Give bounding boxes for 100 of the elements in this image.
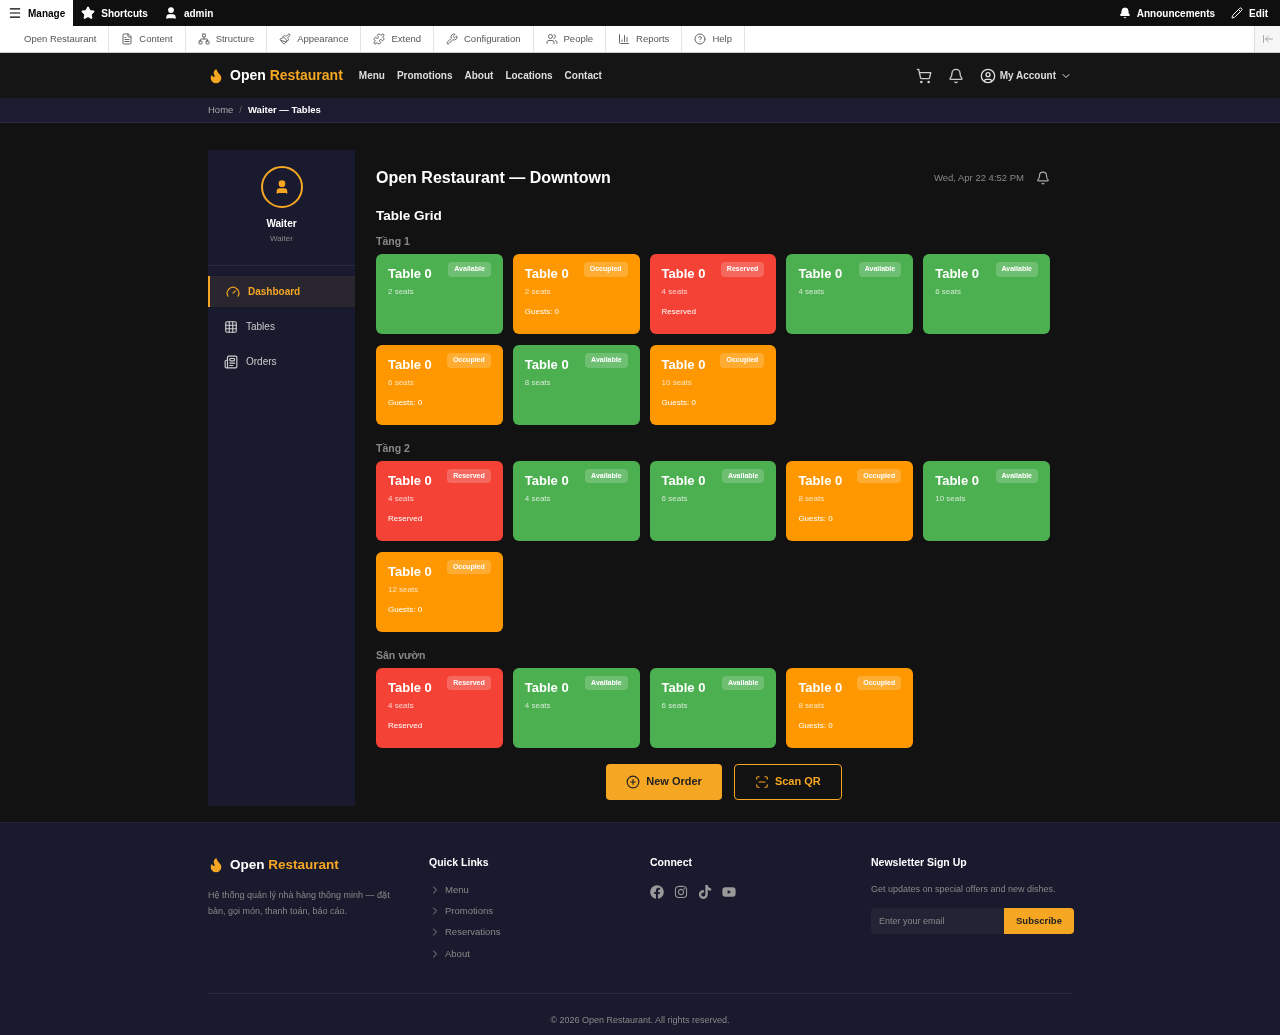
date-time: Wed, Apr 22 4:52 PM: [933, 170, 1024, 185]
footer-link[interactable]: Reservations: [429, 925, 630, 940]
admin-menu-link[interactable]: People: [533, 26, 607, 52]
toolbar-item[interactable]: Manage: [0, 0, 74, 26]
hierarchy-icon: [197, 33, 210, 45]
nav-link[interactable]: Promotions: [396, 68, 453, 83]
wrench-icon: [446, 33, 458, 45]
seats-count: 4 seats: [524, 699, 552, 712]
admin-menu-link[interactable]: Reports: [606, 26, 683, 52]
puzzle-icon: [373, 33, 386, 45]
user-role: Waiter: [270, 233, 293, 245]
star-icon: [81, 6, 96, 20]
sidebar-item[interactable]: Orders: [208, 346, 355, 377]
table-name: Table 0: [661, 472, 706, 489]
table-note: Guests: 0: [798, 719, 834, 732]
table-name: Table 0: [661, 679, 706, 696]
toolbar-link[interactable]: Edit: [1231, 5, 1268, 21]
footer-link[interactable]: About: [429, 946, 630, 961]
footer-heading: Quick Links: [429, 855, 490, 870]
floor-label: Tầng 2: [376, 441, 411, 456]
facebook-icon[interactable]: [650, 884, 664, 899]
toolbar-item[interactable]: Shortcuts: [73, 0, 156, 26]
bell-icon[interactable]: [1036, 171, 1050, 185]
breadcrumb-separator: /: [239, 102, 242, 117]
seats-count: 4 seats: [524, 492, 552, 505]
bell-icon[interactable]: [947, 67, 964, 84]
seats-count: 4 seats: [388, 699, 415, 712]
scan-icon: [754, 774, 769, 789]
table-note: Reserved: [388, 512, 424, 525]
brand-name[interactable]: Open Restaurant: [230, 855, 339, 876]
brand-name[interactable]: Open Restaurant: [230, 65, 343, 86]
youtube-icon[interactable]: [722, 884, 736, 899]
table-name: Table 0: [524, 266, 569, 282]
table-name: Table 0: [798, 266, 843, 282]
table-name: Table 0: [798, 679, 843, 696]
table-note: Reserved: [388, 719, 424, 732]
nav-link[interactable]: Locations: [505, 68, 553, 83]
seats-count: 6 seats: [935, 286, 962, 298]
admin-menu-link[interactable]: Appearance: [267, 26, 362, 52]
table-name: Table 0: [388, 266, 432, 282]
user-icon: [163, 6, 178, 20]
sidebar-item[interactable]: Tables: [208, 311, 355, 342]
table-name: Table 0: [935, 472, 980, 489]
footer-description: Hệ thống quản lý nhà hàng thông minh — đặt bàn, gọi món, thanh toán, báo cáo.: [208, 889, 391, 919]
bell-icon: [1118, 7, 1131, 19]
table-name: Table 0: [798, 472, 843, 489]
nav-link[interactable]: Menu: [358, 68, 385, 83]
account-menu[interactable]: My Account: [979, 67, 1072, 84]
seats-count: 6 seats: [661, 699, 689, 712]
nav-link[interactable]: About: [464, 68, 494, 83]
breadcrumb-link[interactable]: Home: [208, 102, 234, 118]
footer-link[interactable]: Menu: [429, 882, 630, 897]
footer-link[interactable]: Promotions: [429, 904, 630, 919]
seats-count: 6 seats: [661, 492, 689, 505]
table-note: Guests: 0: [388, 603, 424, 616]
document-icon: [121, 33, 134, 45]
admin-menu-link[interactable]: Content: [109, 26, 186, 52]
table-name: Table 0: [388, 357, 432, 373]
seats-count: 2 seats: [524, 286, 552, 298]
action-button[interactable]: Scan QR: [733, 763, 842, 800]
admin-menu-link[interactable]: Open Restaurant: [12, 26, 110, 52]
flame-icon: [208, 857, 224, 874]
cart-icon[interactable]: [915, 67, 932, 84]
table-note: Guests: 0: [524, 306, 561, 318]
seats-count: 8 seats: [524, 377, 552, 389]
toolbar-item[interactable]: admin: [155, 0, 222, 26]
pencil-icon: [1231, 7, 1244, 19]
seats-count: 12 seats: [388, 583, 420, 596]
email-field[interactable]: Enter your email: [871, 908, 1004, 935]
floor-label: Tầng 1: [376, 234, 411, 250]
table-note: Guests: 0: [798, 512, 834, 525]
seats-count: 10 seats: [935, 492, 967, 505]
table-name: Table 0: [661, 357, 706, 373]
user-name: Waiter: [266, 217, 297, 231]
admin-menu-link[interactable]: Extend: [361, 26, 434, 52]
footer-heading: Newsletter Sign Up: [871, 855, 968, 870]
seats-count: 8 seats: [798, 492, 826, 505]
bar-chart-icon: [618, 33, 631, 45]
instagram-icon[interactable]: [674, 884, 688, 899]
action-button[interactable]: New Order: [606, 763, 722, 800]
people-icon: [545, 33, 558, 45]
account-icon: [979, 67, 996, 84]
seats-count: 4 seats: [661, 286, 689, 298]
section-title: Table Grid: [376, 207, 443, 225]
brush-icon: [279, 33, 292, 45]
breadcrumb-link[interactable]: Waiter — Tables: [248, 102, 321, 118]
subscribe-button[interactable]: Subscribe: [1004, 908, 1074, 935]
admin-menu-link[interactable]: Help: [682, 26, 745, 52]
toolbar-link[interactable]: Announcements: [1118, 5, 1216, 21]
admin-menu-link[interactable]: Structure: [185, 26, 268, 52]
table-note: Guests: 0: [388, 397, 424, 409]
nav-link[interactable]: Contact: [564, 68, 602, 83]
table-name: Table 0: [524, 357, 569, 373]
gauge-icon: [226, 284, 240, 299]
seats-count: 10 seats: [661, 377, 693, 389]
table-name: Table 0: [661, 266, 706, 282]
admin-menu-link[interactable]: Configuration: [434, 26, 534, 52]
sidebar-item[interactable]: Dashboard: [208, 276, 355, 307]
tiktok-icon[interactable]: [698, 884, 712, 899]
table-name: Table 0: [524, 679, 569, 696]
